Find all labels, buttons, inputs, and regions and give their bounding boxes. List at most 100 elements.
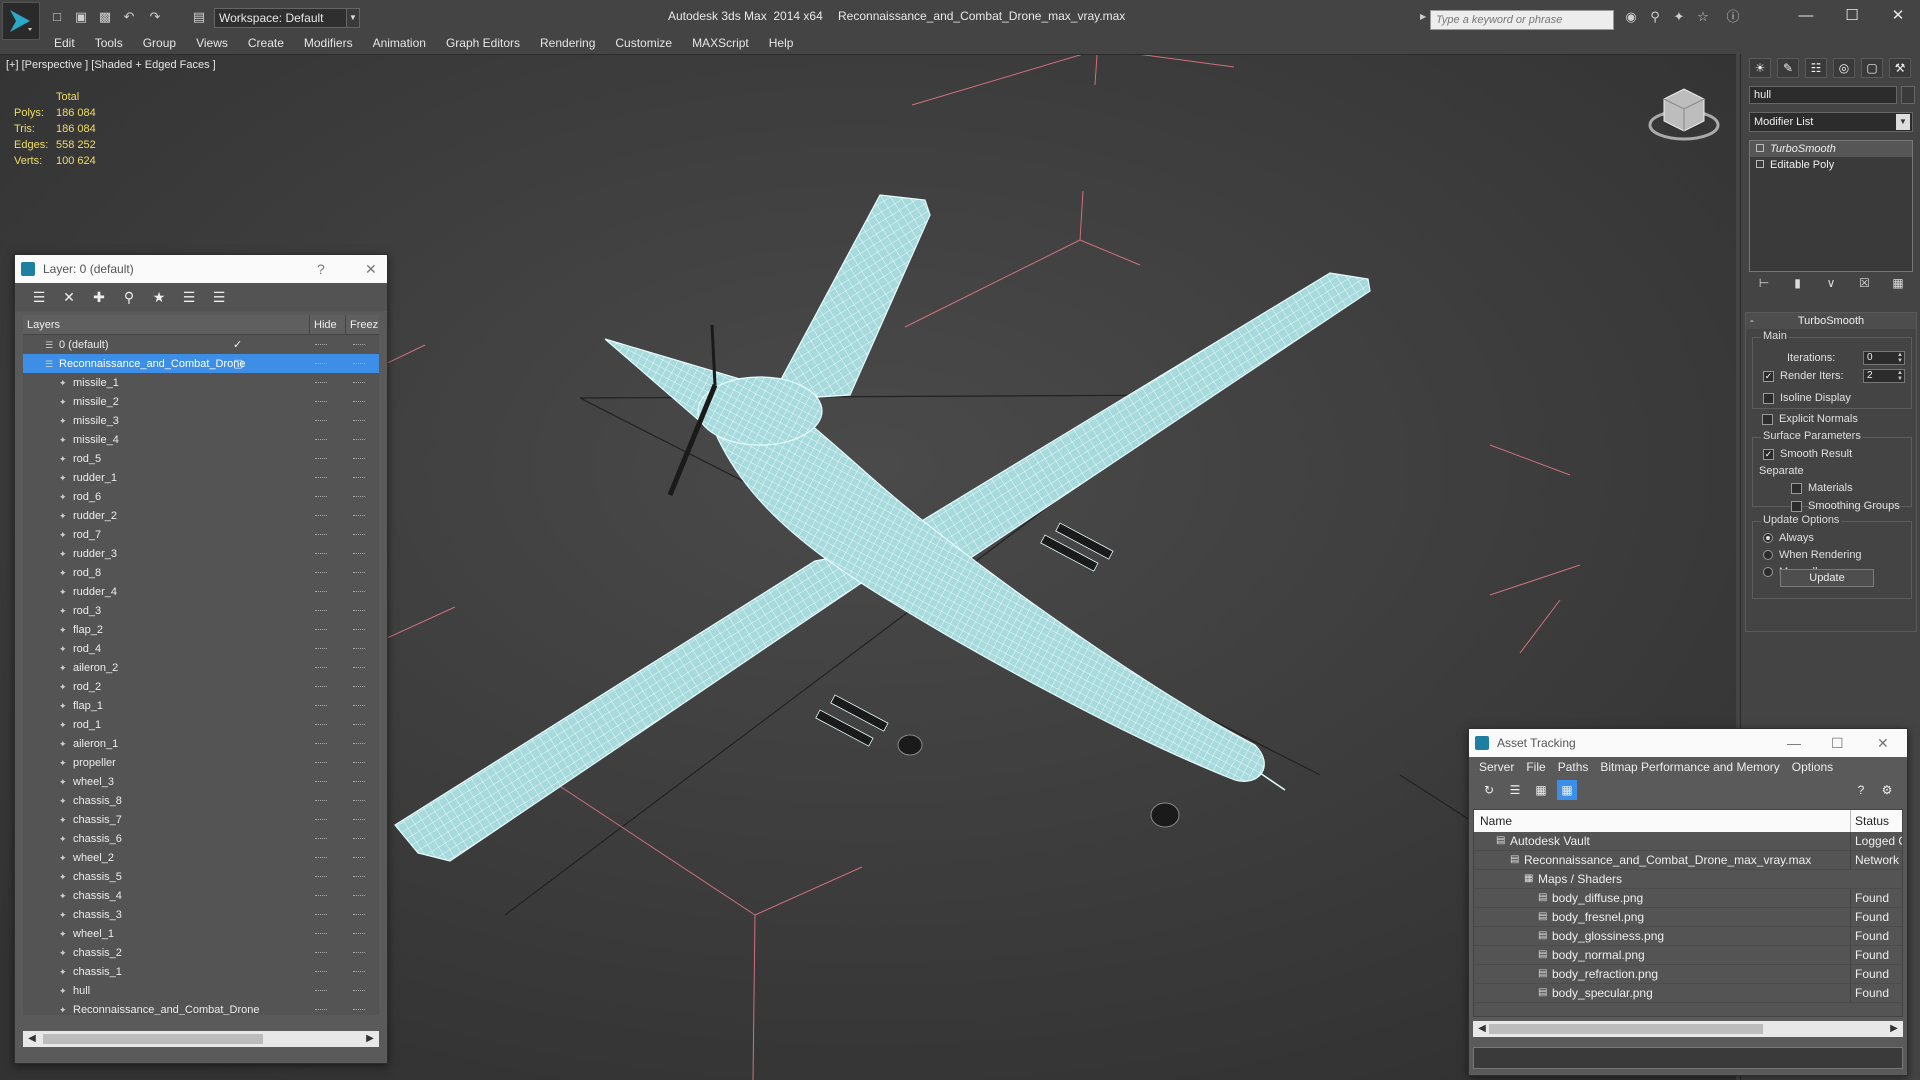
hide-toggle[interactable] xyxy=(315,857,327,859)
smooth-result-checkbox[interactable]: ✓ xyxy=(1763,448,1774,460)
delete-layer-icon[interactable]: ✕ xyxy=(59,287,79,307)
make-unique-icon[interactable]: ∨ xyxy=(1822,276,1840,296)
object-color-swatch[interactable] xyxy=(1901,86,1915,104)
hide-toggle[interactable] xyxy=(315,458,327,460)
freeze-toggle[interactable] xyxy=(353,572,365,574)
menu-customize[interactable]: Customize xyxy=(605,33,682,53)
add-to-layer-icon[interactable]: ✚ xyxy=(89,287,109,307)
search-expand-icon[interactable]: ▶ xyxy=(1420,12,1426,21)
render-iters-row[interactable]: ✓ Render Iters: xyxy=(1763,370,1844,382)
hide-toggle[interactable] xyxy=(315,838,327,840)
freeze-toggle[interactable] xyxy=(353,344,365,346)
hide-toggle[interactable] xyxy=(315,591,327,593)
workspace-dropdown[interactable]: Workspace: Default xyxy=(214,8,358,28)
layer-row[interactable]: ✦ wheel_3 xyxy=(23,772,379,791)
pin-stack-icon[interactable]: ⊢ xyxy=(1755,276,1773,296)
show-end-result-icon[interactable]: ▮ xyxy=(1789,276,1807,296)
app-logo-button[interactable] xyxy=(2,2,40,40)
layer-row[interactable]: ✦ chassis_4 xyxy=(23,886,379,905)
when-rendering-radio[interactable] xyxy=(1763,550,1773,560)
layer-row[interactable]: ✦ missile_1 xyxy=(23,373,379,392)
layer-row[interactable]: ✦ aileron_1 xyxy=(23,734,379,753)
project-folder-icon[interactable]: ▤ xyxy=(190,8,208,26)
close-icon[interactable]: ✕ xyxy=(1877,729,1889,757)
layer-row[interactable]: ✦ rod_5 xyxy=(23,449,379,468)
freeze-toggle[interactable] xyxy=(353,439,365,441)
new-layer-icon[interactable]: ☰ xyxy=(29,287,49,307)
scroll-right-icon[interactable]: ▶ xyxy=(1887,1021,1901,1037)
menu-bitmap-performance[interactable]: Bitmap Performance and Memory xyxy=(1594,757,1785,777)
refresh-icon[interactable]: ↻ xyxy=(1479,780,1499,800)
hide-toggle[interactable] xyxy=(315,895,327,897)
hide-toggle[interactable] xyxy=(315,401,327,403)
hide-toggle[interactable] xyxy=(315,610,327,612)
hide-toggle[interactable] xyxy=(315,534,327,536)
layer-row[interactable]: ✦ rod_2 xyxy=(23,677,379,696)
layer-row[interactable]: ✦ wheel_2 xyxy=(23,848,379,867)
column-layers[interactable]: Layers xyxy=(27,315,60,335)
hide-toggle[interactable] xyxy=(315,496,327,498)
hide-toggle[interactable] xyxy=(315,439,327,441)
freeze-toggle[interactable] xyxy=(353,458,365,460)
freeze-toggle[interactable] xyxy=(353,363,365,365)
menu-maxscript[interactable]: MAXScript xyxy=(682,33,759,53)
freeze-toggle[interactable] xyxy=(353,952,365,954)
layer-row[interactable]: ✦ rod_7 xyxy=(23,525,379,544)
hide-toggle[interactable] xyxy=(315,629,327,631)
iterations-spinner[interactable]: 0 ▲ ▼ xyxy=(1863,351,1905,365)
layer-row[interactable]: ✦ chassis_6 xyxy=(23,829,379,848)
layer-row[interactable]: ✦ rod_4 xyxy=(23,639,379,658)
manually-radio[interactable] xyxy=(1763,567,1773,577)
freeze-toggle[interactable] xyxy=(353,496,365,498)
freeze-toggle[interactable] xyxy=(353,800,365,802)
freeze-toggle[interactable] xyxy=(353,515,365,517)
layer-row[interactable]: ✦ chassis_8 xyxy=(23,791,379,810)
freeze-toggle[interactable] xyxy=(353,420,365,422)
hide-toggle[interactable] xyxy=(315,933,327,935)
binoculars-icon[interactable]: ◉ xyxy=(1622,8,1640,26)
update-button[interactable]: Update xyxy=(1780,569,1874,587)
hide-toggle[interactable] xyxy=(315,515,327,517)
configure-sets-icon[interactable]: ▦ xyxy=(1889,276,1907,296)
key-icon[interactable]: ⚲ xyxy=(1646,8,1664,26)
scroll-left-icon[interactable]: ◀ xyxy=(25,1031,39,1047)
hide-toggle[interactable] xyxy=(315,743,327,745)
hide-toggle[interactable] xyxy=(315,971,327,973)
layer-row[interactable]: ✦ missile_2 xyxy=(23,392,379,411)
layer-row[interactable]: ✦ flap_2 xyxy=(23,620,379,639)
highlight-selected-icon[interactable]: ★ xyxy=(149,287,169,307)
freeze-toggle[interactable] xyxy=(353,401,365,403)
layer-row[interactable]: ✦ missile_4 xyxy=(23,430,379,449)
scroll-thumb[interactable] xyxy=(1489,1024,1763,1034)
freeze-toggle[interactable] xyxy=(353,553,365,555)
freeze-toggle[interactable] xyxy=(353,534,365,536)
new-file-icon[interactable]: □ xyxy=(48,8,66,26)
hide-toggle[interactable] xyxy=(315,819,327,821)
menu-create[interactable]: Create xyxy=(238,33,294,53)
menu-server[interactable]: Server xyxy=(1473,757,1520,777)
layer-row[interactable]: ✦ rudder_3 xyxy=(23,544,379,563)
asset-row[interactable]: ▤ body_diffuse.png Found xyxy=(1474,889,1902,908)
column-name[interactable]: Name xyxy=(1480,810,1512,832)
layer-row[interactable]: ✦ rod_1 xyxy=(23,715,379,734)
freeze-toggle[interactable] xyxy=(353,477,365,479)
freeze-toggle[interactable] xyxy=(353,629,365,631)
layer-horizontal-scrollbar[interactable]: ◀ ▶ xyxy=(23,1031,379,1047)
scroll-thumb[interactable] xyxy=(43,1034,263,1044)
menu-modifiers[interactable]: Modifiers xyxy=(294,33,363,53)
table-view-icon[interactable]: ▦ xyxy=(1557,780,1577,800)
hide-toggle[interactable] xyxy=(315,705,327,707)
maximize-icon[interactable]: ☐ xyxy=(1831,729,1844,757)
open-file-icon[interactable]: ▣ xyxy=(72,8,90,26)
freeze-toggle[interactable] xyxy=(353,762,365,764)
freeze-toggle[interactable] xyxy=(353,857,365,859)
when-rendering-radio-row[interactable]: When Rendering xyxy=(1763,549,1862,561)
asset-row[interactable]: ▤ body_normal.png Found xyxy=(1474,946,1902,965)
smoothing-groups-checkbox[interactable] xyxy=(1791,500,1802,512)
menu-graph-editors[interactable]: Graph Editors xyxy=(436,33,530,53)
layer-row[interactable]: ✦ rod_6 xyxy=(23,487,379,506)
expand-icon[interactable] xyxy=(1756,160,1764,168)
menu-animation[interactable]: Animation xyxy=(363,33,436,53)
layer-row[interactable]: ✦ chassis_2 xyxy=(23,943,379,962)
hide-toggle[interactable] xyxy=(315,382,327,384)
